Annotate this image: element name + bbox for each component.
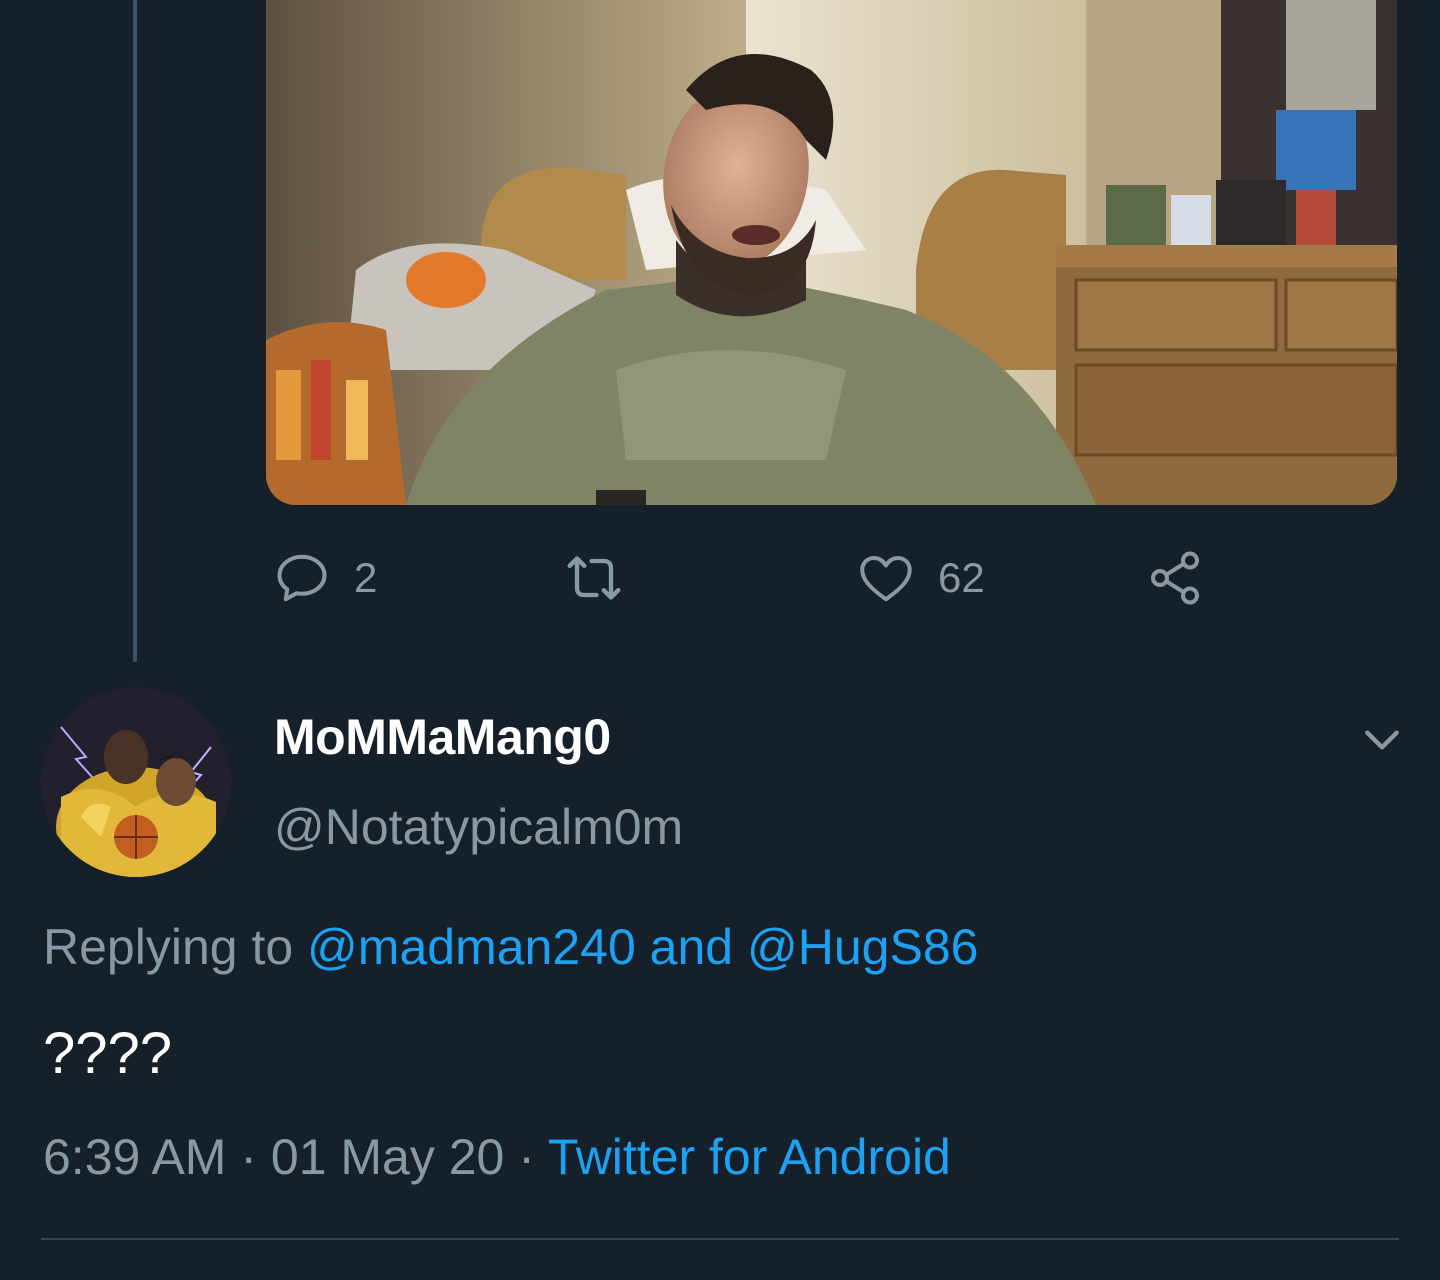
user-handle[interactable]: @Notatypicalm0m: [274, 798, 683, 856]
like-count: 62: [938, 554, 985, 601]
video-frame-image: [266, 0, 1397, 505]
tweet-date: 01 May 20: [270, 1129, 505, 1185]
tweet-metadata: 6:39 AM · 01 May 20 · Twitter for Androi…: [43, 1128, 951, 1186]
meta-separator-2: ·: [504, 1129, 548, 1185]
tweet-options-button[interactable]: [1360, 718, 1404, 762]
avatar-image: [41, 687, 231, 877]
like-button[interactable]: 62: [856, 546, 985, 610]
divider: [41, 1238, 1399, 1240]
mention-link-madman240[interactable]: @madman240: [307, 919, 636, 975]
reply-button[interactable]: 2: [272, 546, 377, 610]
tweet-detail-page: 2 62 MoMMaMang0 @Notatypicalm0m Replying…: [0, 0, 1440, 1280]
tweet-text: ????: [43, 1021, 173, 1086]
tweet-media-video[interactable]: [266, 0, 1397, 505]
replying-to-joiner[interactable]: and: [636, 919, 747, 975]
tweet-time: 6:39 AM: [43, 1129, 227, 1185]
display-name[interactable]: MoMMaMang0: [274, 708, 611, 766]
retweet-icon: [567, 556, 621, 600]
meta-separator-1: ·: [226, 1129, 271, 1185]
reply-count: 2: [354, 554, 378, 601]
chevron-down-icon: [1365, 730, 1399, 750]
replying-to-prefix: Replying to: [43, 919, 308, 975]
tweet-source-link[interactable]: Twitter for Android: [548, 1129, 951, 1185]
mention-link-hugs86[interactable]: @HugS86: [747, 919, 978, 975]
replying-to-line: Replying to @madman240 and @HugS86: [43, 918, 978, 976]
avatar[interactable]: [41, 687, 231, 877]
share-icon: [1151, 551, 1199, 605]
share-button[interactable]: [1145, 546, 1205, 610]
tweet-action-bar: 2 62: [0, 546, 1440, 610]
retweet-button[interactable]: [560, 546, 650, 610]
reply-icon: [277, 554, 327, 602]
like-icon: [860, 556, 912, 602]
